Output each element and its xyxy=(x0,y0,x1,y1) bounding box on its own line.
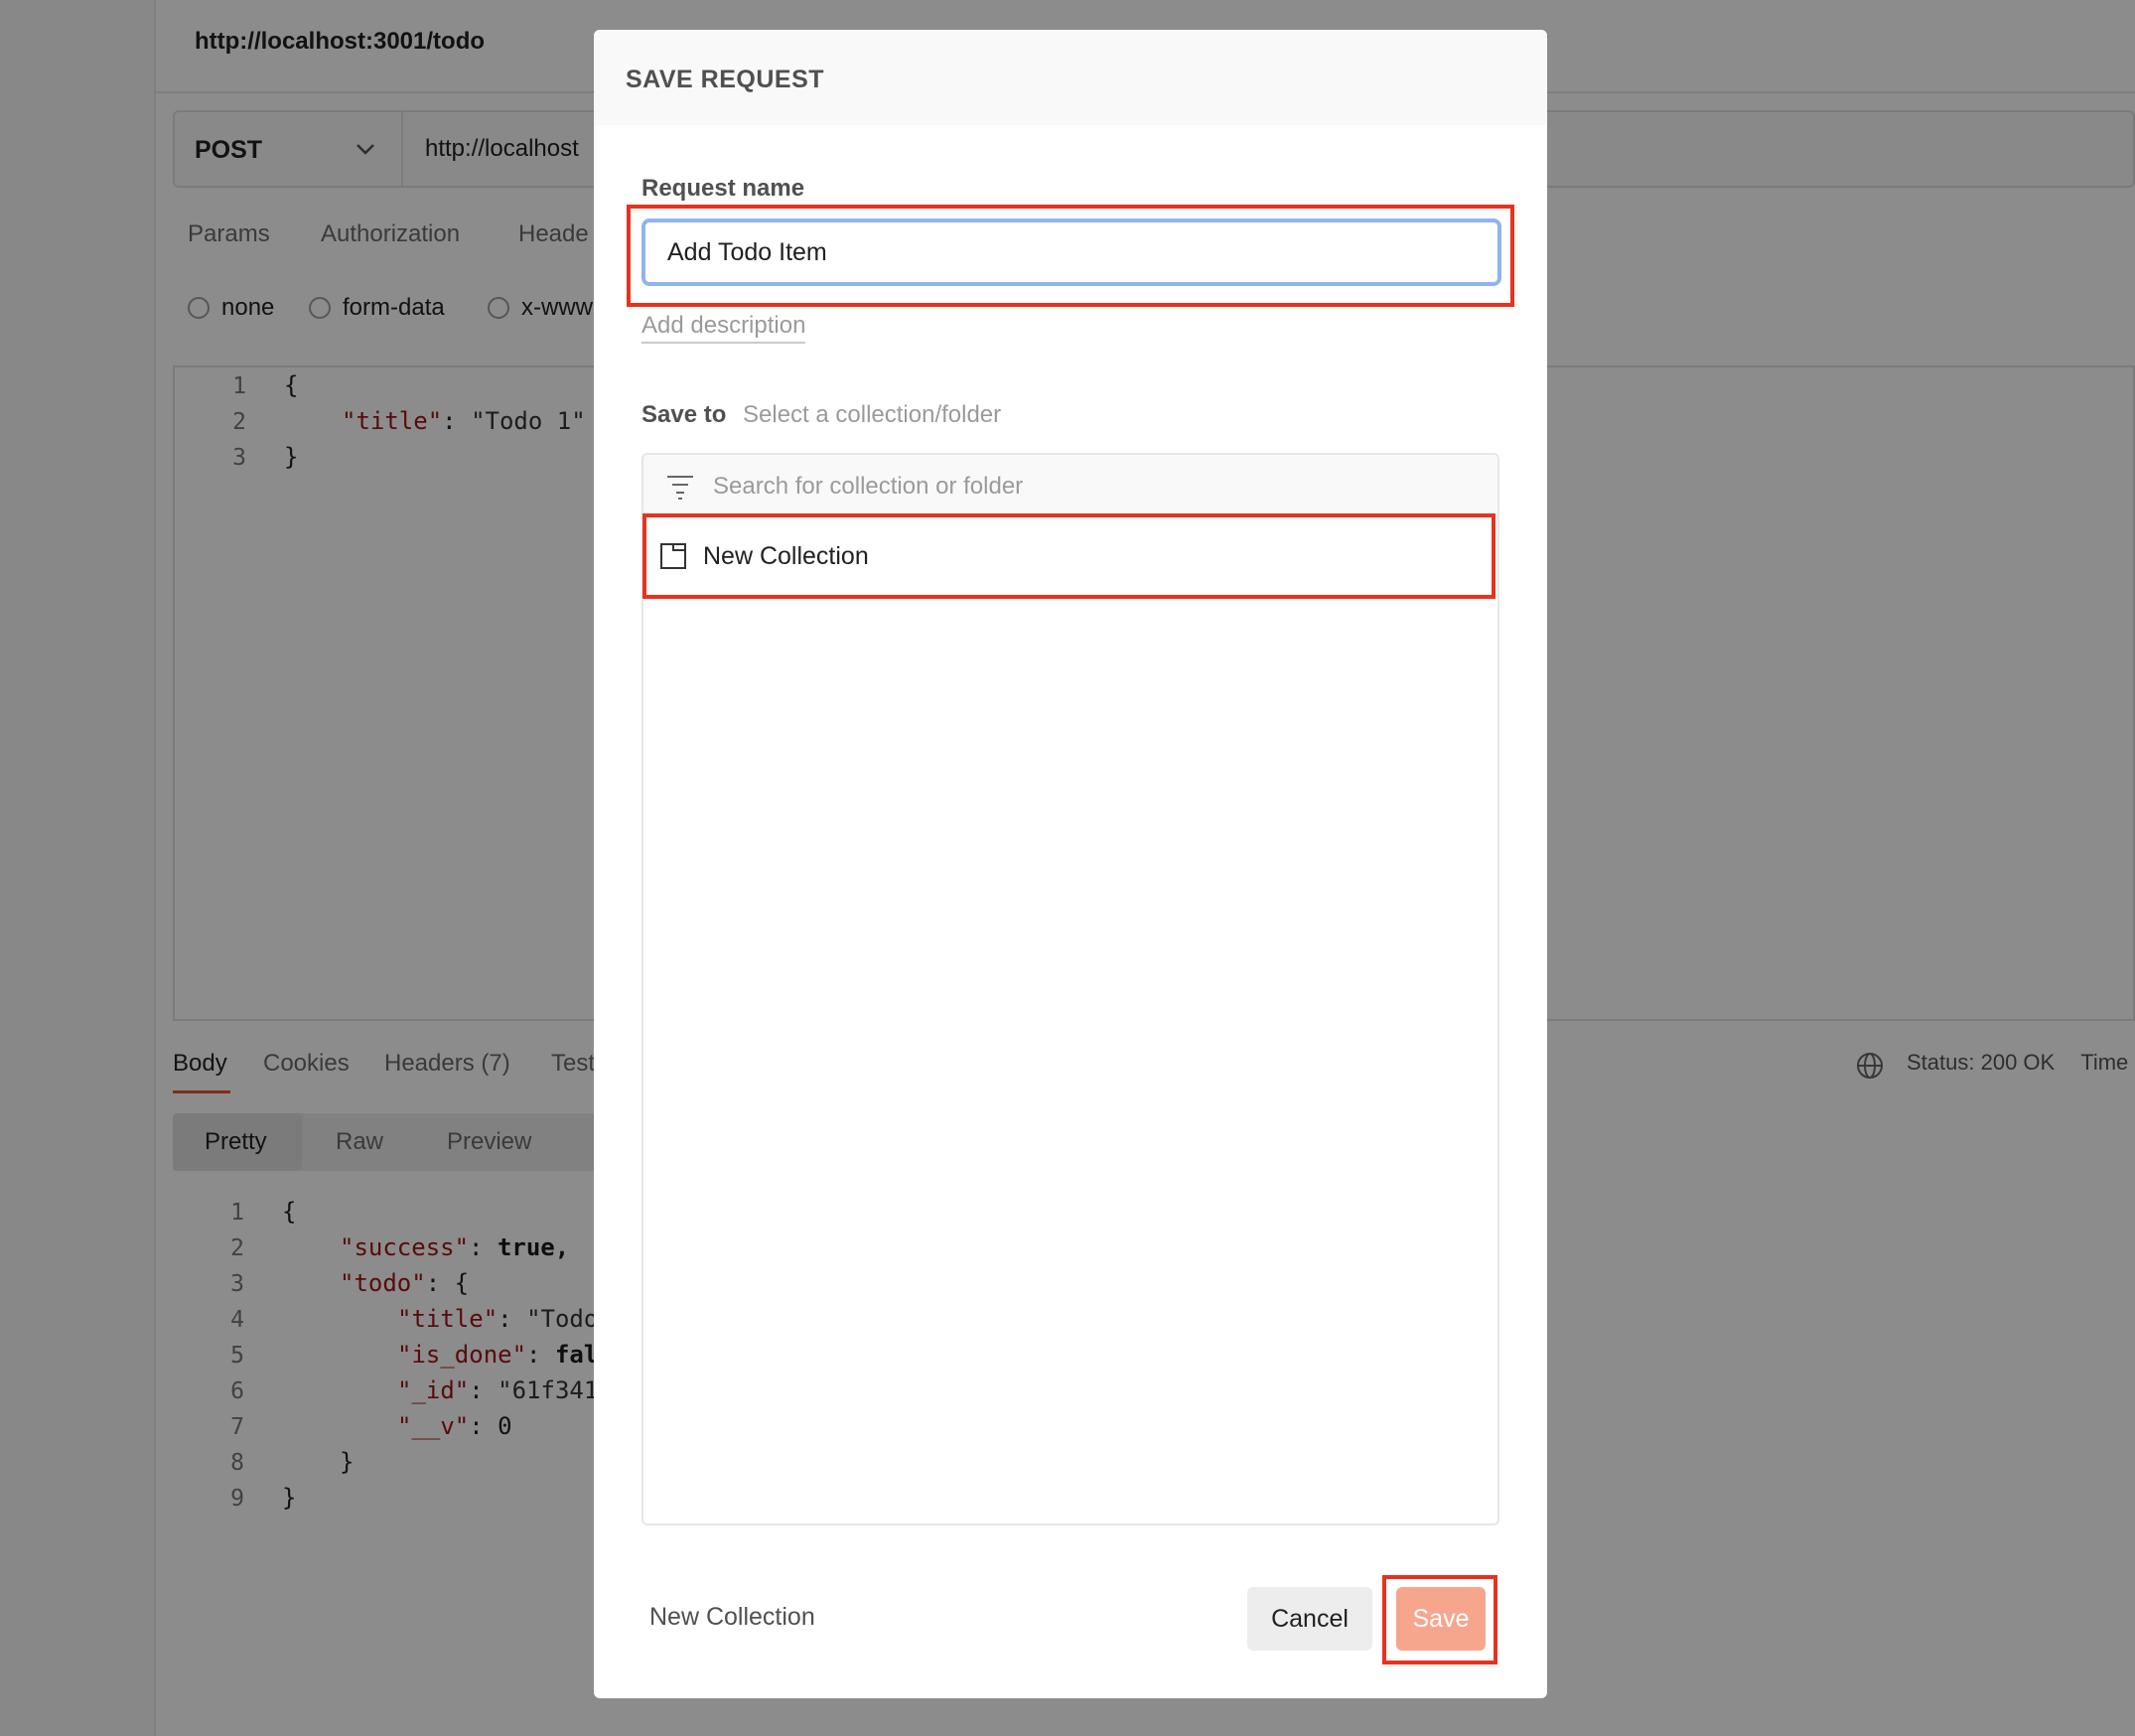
filter-icon xyxy=(667,476,693,500)
collection-search-input[interactable] xyxy=(713,467,1478,506)
highlight-collection-item xyxy=(642,513,1495,599)
save-to-label: Save to xyxy=(641,401,727,428)
add-description-link[interactable]: Add description xyxy=(641,312,806,344)
highlight-request-name xyxy=(627,205,1514,307)
collection-search xyxy=(643,455,1497,518)
new-collection-link[interactable]: New Collection xyxy=(649,1603,815,1632)
save-to-hint: Select a collection/folder xyxy=(743,401,1002,428)
request-name-label: Request name xyxy=(641,175,805,202)
dialog-header: SAVE REQUEST xyxy=(594,30,1547,125)
cancel-button[interactable]: Cancel xyxy=(1247,1587,1372,1651)
collection-picker: New Collection xyxy=(641,453,1499,1525)
highlight-save-button xyxy=(1382,1575,1497,1664)
dialog-title: SAVE REQUEST xyxy=(626,66,825,93)
